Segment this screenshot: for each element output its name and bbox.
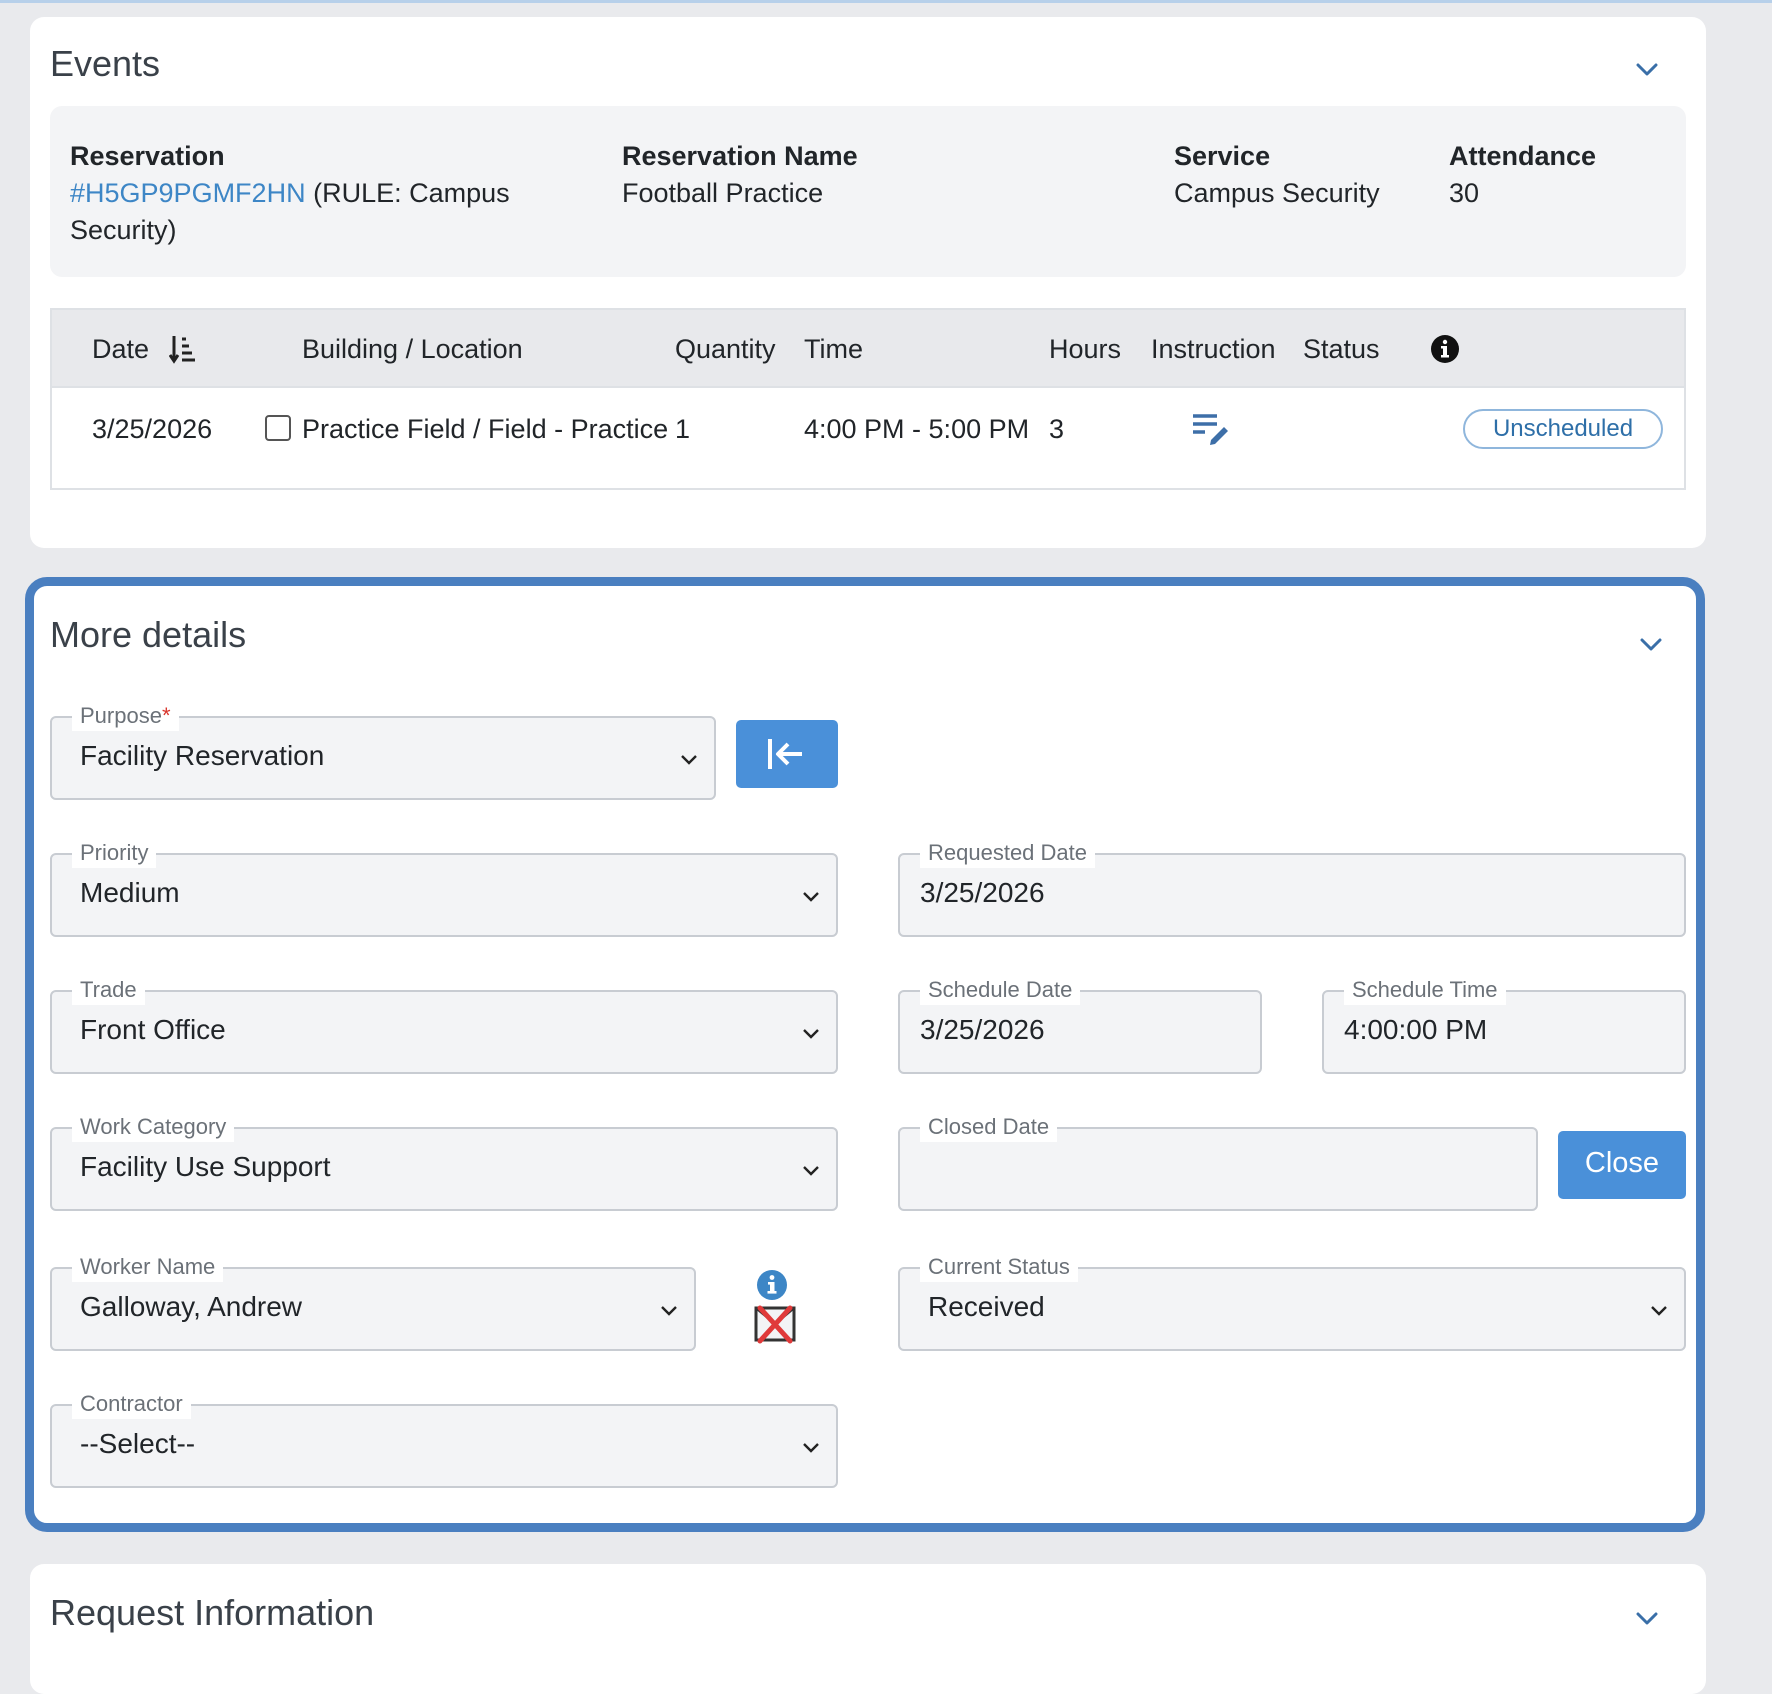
chevron-down-icon [803, 1166, 819, 1176]
chevron-down-icon [1651, 1306, 1667, 1316]
schedule-time-label: Schedule Time [1344, 975, 1506, 1005]
chevron-down-icon [661, 1306, 677, 1316]
status-badge: Unscheduled [1463, 409, 1663, 449]
row-building: Practice Field / Field - Practice [302, 414, 669, 444]
chevron-down-icon [681, 755, 697, 765]
row-hours: 3 [1049, 414, 1065, 444]
more-details-title: More details [50, 614, 247, 655]
chevron-down-icon[interactable] [1636, 630, 1666, 660]
arrow-left-to-line-icon [768, 739, 802, 769]
priority-select[interactable]: Priority Medium [50, 838, 838, 937]
attendance-column: Attendance 30 [1449, 138, 1596, 212]
row-time: 4:00 PM - 5:00 PM [804, 414, 1030, 444]
closed-date-field[interactable]: Closed Date [898, 1112, 1538, 1211]
current-status-select[interactable]: Current Status Received [898, 1252, 1686, 1351]
current-status-value: Received [928, 1291, 1045, 1322]
events-panel: Events Reservation #H5GP9PGMF2HN (RULE: … [30, 17, 1706, 548]
collapse-left-button[interactable] [736, 720, 838, 788]
column-header-status[interactable]: Status [1303, 334, 1380, 365]
attendance-value: 30 [1449, 178, 1480, 208]
worker-name-value: Galloway, Andrew [80, 1291, 303, 1322]
reservation-rule: (RULE: Campus [305, 178, 510, 208]
trade-label: Trade [72, 975, 145, 1005]
column-header-date[interactable]: Date [92, 334, 149, 365]
reservation-rule-cont: Security) [70, 215, 177, 245]
schedule-date-label: Schedule Date [920, 975, 1081, 1005]
requested-date-label: Requested Date [920, 838, 1095, 868]
requested-date-value: 3/25/2026 [920, 877, 1045, 908]
sort-descending-icon[interactable] [169, 334, 197, 364]
schedule-date-value: 3/25/2026 [920, 1014, 1045, 1045]
schedule-time-value: 4:00:00 PM [1344, 1014, 1488, 1045]
closed-date-label: Closed Date [920, 1112, 1058, 1142]
remove-worker-icon[interactable] [754, 1304, 796, 1344]
reservation-summary: Reservation #H5GP9PGMF2HN (RULE: Campus … [50, 106, 1686, 277]
trade-select[interactable]: Trade Front Office [50, 975, 838, 1074]
worker-info-icon[interactable] [756, 1269, 788, 1301]
column-header-hours[interactable]: Hours [1049, 334, 1121, 365]
more-details-panel: More details Purpose* Facility Reservati… [25, 577, 1705, 1532]
worker-name-label: Worker Name [72, 1252, 224, 1282]
purpose-select[interactable]: Purpose* Facility Reservation [50, 701, 716, 800]
purpose-label: Purpose* [72, 701, 179, 731]
contractor-select[interactable]: Contractor --Select-- [50, 1389, 838, 1488]
table-header: Date Building / Location Quantity Time H… [52, 310, 1684, 388]
column-header-time[interactable]: Time [804, 334, 863, 365]
service-column: Service Campus Security [1174, 138, 1380, 212]
priority-value: Medium [80, 877, 180, 908]
row-checkbox[interactable] [265, 415, 291, 441]
request-information-title: Request Information [50, 1592, 375, 1633]
reservation-name-label: Reservation Name [622, 141, 858, 171]
schedule-time-field[interactable]: Schedule Time 4:00:00 PM [1322, 975, 1686, 1074]
chevron-down-icon [803, 1029, 819, 1039]
row-quantity: 1 [675, 414, 691, 444]
chevron-down-icon [803, 1443, 819, 1453]
contractor-label: Contractor [72, 1389, 191, 1419]
info-icon[interactable] [1430, 334, 1460, 364]
chevron-down-icon [803, 892, 819, 902]
attendance-label: Attendance [1449, 141, 1597, 171]
contractor-value: --Select-- [80, 1428, 196, 1459]
schedule-date-field[interactable]: Schedule Date 3/25/2026 [898, 975, 1262, 1074]
priority-label: Priority [72, 838, 157, 868]
worker-name-select[interactable]: Worker Name Galloway, Andrew [50, 1252, 696, 1351]
column-header-instruction[interactable]: Instruction [1151, 334, 1276, 365]
reservation-link[interactable]: #H5GP9PGMF2HN [70, 178, 306, 208]
work-category-value: Facility Use Support [80, 1151, 331, 1182]
required-marker: * [161, 703, 171, 728]
column-header-quantity[interactable]: Quantity [675, 334, 776, 365]
work-category-label: Work Category [72, 1112, 235, 1142]
events-title: Events [50, 43, 161, 84]
requested-date-field[interactable]: Requested Date 3/25/2026 [898, 838, 1686, 937]
row-date: 3/25/2026 [92, 414, 213, 444]
reservation-name-column: Reservation Name Football Practice [622, 138, 858, 212]
close-button[interactable]: Close [1558, 1131, 1686, 1199]
current-status-label: Current Status [920, 1252, 1078, 1282]
events-table: Date Building / Location Quantity Time H… [50, 308, 1686, 490]
reservation-label: Reservation [70, 141, 225, 171]
reservation-column: Reservation #H5GP9PGMF2HN (RULE: Campus … [70, 138, 550, 249]
chevron-down-icon[interactable] [1632, 55, 1662, 85]
service-value: Campus Security [1174, 178, 1380, 208]
purpose-value: Facility Reservation [80, 740, 325, 771]
close-button-label: Close [1584, 1147, 1660, 1179]
service-label: Service [1174, 141, 1271, 171]
trade-value: Front Office [80, 1014, 226, 1045]
reservation-name-value: Football Practice [622, 178, 824, 208]
column-header-building[interactable]: Building / Location [302, 334, 523, 365]
top-accent-line [0, 0, 1772, 3]
chevron-down-icon[interactable] [1632, 1604, 1662, 1634]
work-category-select[interactable]: Work Category Facility Use Support [50, 1112, 838, 1211]
edit-instruction-icon[interactable] [1191, 410, 1231, 446]
request-information-panel: Request Information [30, 1564, 1706, 1694]
